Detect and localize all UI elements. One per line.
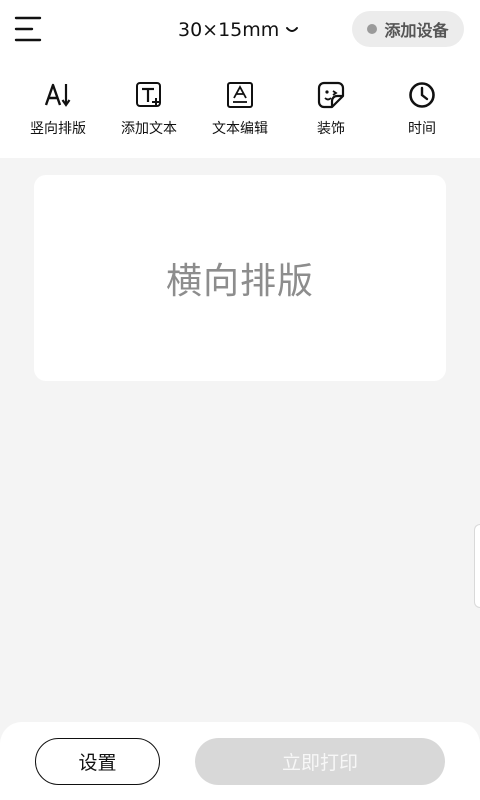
tool-label: 文本编辑 <box>212 121 268 137</box>
menu-button[interactable] <box>14 14 44 44</box>
print-now-button[interactable]: 立即打印 <box>195 738 445 785</box>
tool-label: 时间 <box>408 121 436 137</box>
header: 30×15mm 添加设备 竖向排版 添加文本 文本编辑 装饰 时间 <box>0 0 480 158</box>
toolbar: 竖向排版 添加文本 文本编辑 装饰 时间 <box>0 80 480 144</box>
side-drawer-handle[interactable] <box>474 524 480 608</box>
tool-vertical-layout[interactable]: 竖向排版 <box>13 80 103 144</box>
canvas-text[interactable]: 横向排版 <box>166 252 314 304</box>
label-size-text: 30×15mm <box>178 19 280 41</box>
device-status-dot <box>367 24 378 34</box>
label-canvas[interactable]: 横向排版 <box>34 175 446 381</box>
chevron-down-icon <box>286 27 299 32</box>
tool-time[interactable]: 时间 <box>377 80 467 144</box>
clock-icon <box>409 82 435 108</box>
label-size-selector[interactable]: 30×15mm <box>178 14 299 46</box>
app-root: 30×15mm 添加设备 竖向排版 添加文本 文本编辑 装饰 时间 横向排版 设… <box>0 0 480 800</box>
tool-decoration[interactable]: 装饰 <box>286 80 376 144</box>
add-text-icon <box>136 82 161 107</box>
menu-icon <box>14 16 42 42</box>
add-device-button[interactable]: 添加设备 <box>352 11 464 47</box>
tool-label: 添加文本 <box>121 121 177 137</box>
tool-text-edit[interactable]: 文本编辑 <box>195 80 285 144</box>
bottom-bar: 设置 立即打印 <box>0 722 480 800</box>
text-edit-icon <box>227 82 253 108</box>
tool-label: 装饰 <box>317 121 345 137</box>
sticker-icon <box>317 81 345 109</box>
add-device-label: 添加设备 <box>384 21 449 40</box>
tool-add-text[interactable]: 添加文本 <box>104 80 194 144</box>
vertical-layout-icon <box>44 83 71 107</box>
settings-button[interactable]: 设置 <box>35 738 160 785</box>
tool-label: 竖向排版 <box>30 121 86 137</box>
